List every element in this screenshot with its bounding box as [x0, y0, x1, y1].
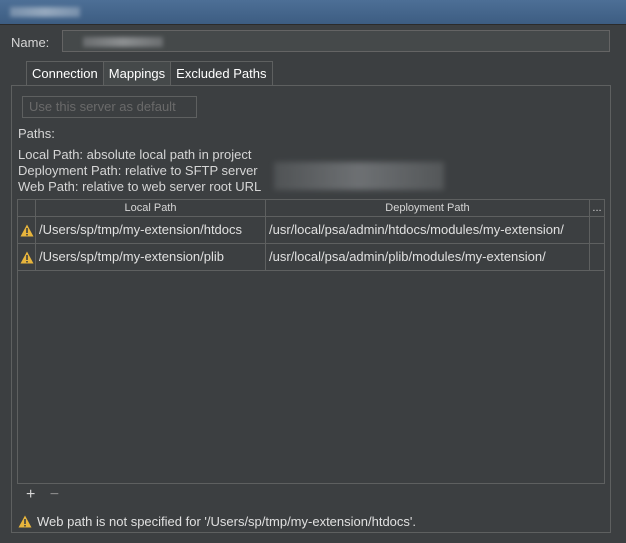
deployment-path-cell[interactable]: /usr/local/psa/admin/plib/modules/my-ext… [266, 244, 590, 270]
status-warning-icon [18, 515, 32, 528]
deployment-path-cell[interactable]: /usr/local/psa/admin/htdocs/modules/my-e… [266, 217, 590, 243]
header-more[interactable]: ... [590, 200, 604, 216]
local-path-cell[interactable]: /Users/sp/tmp/my-extension/plib [36, 244, 266, 270]
info-deployment-path: Deployment Path: relative to SFTP server [18, 163, 258, 178]
status-text: Web path is not specified for '/Users/sp… [37, 514, 416, 529]
info-web-path: Web Path: relative to web server root UR… [18, 179, 262, 194]
warning-icon [18, 217, 36, 243]
tab-mappings[interactable]: Mappings [102, 61, 172, 86]
tab-bar: Connection Mappings Excluded Paths [26, 61, 273, 86]
tab-connection[interactable]: Connection [26, 61, 104, 86]
web-path-cell[interactable] [590, 244, 604, 270]
use-as-default-button[interactable]: Use this server as default [22, 96, 197, 118]
local-path-cell[interactable]: /Users/sp/tmp/my-extension/htdocs [36, 217, 266, 243]
paths-info: Local Path: absolute local path in proje… [18, 147, 261, 195]
info-local-path: Local Path: absolute local path in proje… [18, 147, 252, 162]
tab-excluded-paths[interactable]: Excluded Paths [170, 61, 273, 86]
name-field[interactable] [62, 30, 610, 52]
mappings-panel: Use this server as default Paths: Local … [11, 85, 611, 533]
header-status [18, 200, 36, 216]
table-header: Local Path Deployment Path ... [18, 200, 604, 217]
name-value-redacted [83, 37, 163, 47]
use-as-default-label: Use this server as default [29, 99, 176, 114]
header-deployment-path[interactable]: Deployment Path [266, 200, 590, 216]
remove-icon[interactable]: − [50, 486, 59, 503]
title-bar [0, 0, 626, 25]
redacted-overlay [274, 162, 444, 190]
table-toolbar: + − [26, 486, 69, 504]
status-message: Web path is not specified for '/Users/sp… [18, 514, 416, 529]
name-label: Name: [11, 35, 50, 50]
table-row[interactable]: /Users/sp/tmp/my-extension/plib /usr/loc… [18, 244, 604, 271]
paths-title: Paths: [18, 126, 55, 141]
header-local-path[interactable]: Local Path [36, 200, 266, 216]
web-path-cell[interactable] [590, 217, 604, 243]
mappings-table: Local Path Deployment Path ... /Users/sp… [17, 199, 605, 484]
add-icon[interactable]: + [26, 486, 35, 503]
window-title-redacted [10, 7, 80, 17]
table-row[interactable]: /Users/sp/tmp/my-extension/htdocs /usr/l… [18, 217, 604, 244]
warning-icon [18, 244, 36, 270]
